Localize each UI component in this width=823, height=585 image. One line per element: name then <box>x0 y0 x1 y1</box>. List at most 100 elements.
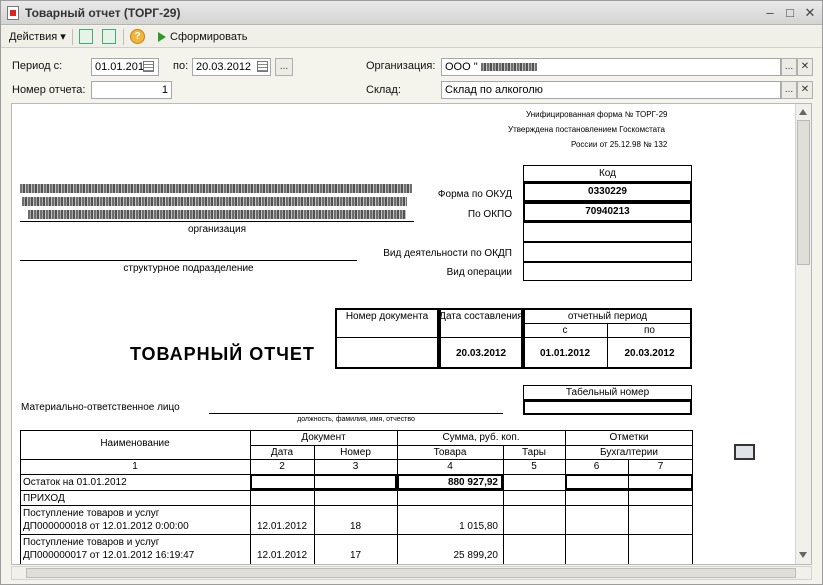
toolbar-separator <box>72 29 73 45</box>
row-line <box>565 445 693 446</box>
mol-label: Материально-ответственное лицо <box>21 402 180 413</box>
row-line <box>20 534 693 535</box>
empty-code-cell <box>523 222 692 242</box>
header-marks: Отметки <box>609 432 649 443</box>
scroll-thumb[interactable] <box>26 568 796 578</box>
organization-label: Организация: <box>366 60 436 72</box>
window-title: Товарный отчет (ТОРГ-29) <box>25 6 181 20</box>
header-number: Номер <box>340 447 371 458</box>
warehouse-label: Склад: <box>366 84 401 96</box>
run-icon[interactable] <box>158 32 166 42</box>
vertical-scrollbar[interactable] <box>795 104 811 564</box>
row-name-line2: ДП000000017 от 12.01.2012 16:19:47 <box>23 550 195 561</box>
period-from-label: с <box>562 325 568 336</box>
row-name: ПРИХОД <box>23 493 65 504</box>
calendar-icon[interactable] <box>257 61 268 72</box>
header-tare: Тары <box>522 447 546 458</box>
row-line <box>20 505 693 506</box>
row-name-line2: ДП000000018 от 12.01.2012 0:00:00 <box>23 521 189 532</box>
organization-clear-button[interactable]: ✕ <box>797 58 813 76</box>
save-variant-icon[interactable] <box>79 29 93 44</box>
mol-underline <box>209 413 503 414</box>
cell-divider <box>607 323 608 368</box>
header-accounting: Бухгалтерии <box>600 447 658 458</box>
subdivision-underline <box>20 260 357 261</box>
row-line <box>20 459 693 460</box>
okpo-value: 70940213 <box>585 206 630 217</box>
close-button[interactable]: ✕ <box>801 4 819 21</box>
row-name: Поступление товаров и услуг <box>23 537 160 548</box>
organization-field[interactable]: ООО " <box>441 58 781 76</box>
col-number: 7 <box>657 461 664 472</box>
col-number: 1 <box>132 461 138 472</box>
tab-number-label: Табельный номер <box>565 387 650 398</box>
code-header: Код <box>598 168 616 179</box>
period-to-value: 20.03.2012 <box>624 348 675 359</box>
scroll-thumb[interactable] <box>797 120 810 265</box>
warehouse-select-button[interactable]: ... <box>781 81 797 99</box>
org-underline <box>20 221 414 222</box>
tab-number-cell <box>523 400 692 415</box>
cell-divider <box>523 337 692 338</box>
redacted-mark <box>480 63 537 71</box>
selection-indicator[interactable] <box>734 444 755 460</box>
col-number: 6 <box>593 461 600 472</box>
date-value: 20.03.2012 <box>455 348 507 359</box>
form-header-line: России от 25.12.98 № 132 <box>571 140 668 149</box>
row-goods: 25 899,20 <box>453 550 499 561</box>
maximize-button[interactable]: □ <box>781 4 799 21</box>
okdp-cell <box>523 242 692 262</box>
report-window: Товарный отчет (ТОРГ-29) – □ ✕ Действия … <box>0 0 823 585</box>
warehouse-field[interactable]: Склад по алкоголю <box>441 81 781 99</box>
row-goods: 880 927,92 <box>447 477 498 488</box>
cell-divider <box>439 337 523 338</box>
row-line <box>20 564 693 565</box>
actions-menu-button[interactable]: Действия ▾ <box>9 29 66 45</box>
header-goods: Товара <box>433 447 467 458</box>
report-title: ТОВАРНЫЙ ОТЧЕТ <box>130 344 315 364</box>
minimize-button[interactable]: – <box>761 4 779 21</box>
cell-divider <box>335 337 439 338</box>
header-document: Документ <box>301 432 346 443</box>
period-select-button[interactable]: ... <box>275 58 293 76</box>
toolbar-separator <box>123 29 124 45</box>
calendar-icon[interactable] <box>143 61 154 72</box>
period-to-label: по <box>644 325 655 336</box>
app-icon <box>7 6 19 20</box>
mol-caption: должность, фамилия, имя, отчество <box>297 416 415 423</box>
load-variant-icon[interactable] <box>102 29 116 44</box>
report-number-label: Номер отчета: <box>12 84 86 96</box>
scroll-down-icon[interactable] <box>799 552 807 558</box>
organization-caption: организация <box>187 224 247 235</box>
help-icon[interactable]: ? <box>130 29 145 44</box>
period-label: отчетный период <box>567 311 648 322</box>
okud-value: 0330229 <box>588 186 627 197</box>
spreadsheet-document[interactable]: Унифицированная форма № ТОРГ-29 Утвержде… <box>11 103 812 565</box>
highlight-cell <box>250 474 397 490</box>
row-date: 12.01.2012 <box>256 521 308 532</box>
row-name: Поступление товаров и услуг <box>23 508 160 519</box>
redacted-mark <box>20 184 412 193</box>
toolbar: Действия ▾ ? Сформировать <box>1 26 822 48</box>
col-number: 5 <box>531 461 537 472</box>
warehouse-clear-button[interactable]: ✕ <box>797 81 813 99</box>
operation-cell <box>523 262 692 281</box>
row-goods: 1 015,80 <box>459 521 498 532</box>
organization-select-button[interactable]: ... <box>781 58 797 76</box>
period-to-label: по: <box>173 60 189 72</box>
okpo-label: По ОКПО <box>467 209 512 220</box>
scroll-up-icon[interactable] <box>799 109 807 115</box>
date-label: Дата составления <box>439 311 523 322</box>
header-sum: Сумма, руб. коп. <box>442 432 520 443</box>
period-from-value: 01.01.2012 <box>539 348 591 359</box>
report-number-field[interactable]: 1 <box>91 81 172 99</box>
horizontal-scrollbar[interactable] <box>11 566 812 580</box>
organization-value: ООО " <box>445 61 478 73</box>
redacted-mark <box>28 210 406 219</box>
row-date: 12.01.2012 <box>256 550 308 561</box>
generate-button[interactable]: Сформировать <box>170 29 248 45</box>
row-name: Остаток на 01.01.2012 <box>23 477 127 488</box>
row-number: 17 <box>349 550 362 561</box>
period-label: Период с: <box>12 60 63 72</box>
okdp-label: Вид деятельности по ОКДП <box>383 248 512 259</box>
